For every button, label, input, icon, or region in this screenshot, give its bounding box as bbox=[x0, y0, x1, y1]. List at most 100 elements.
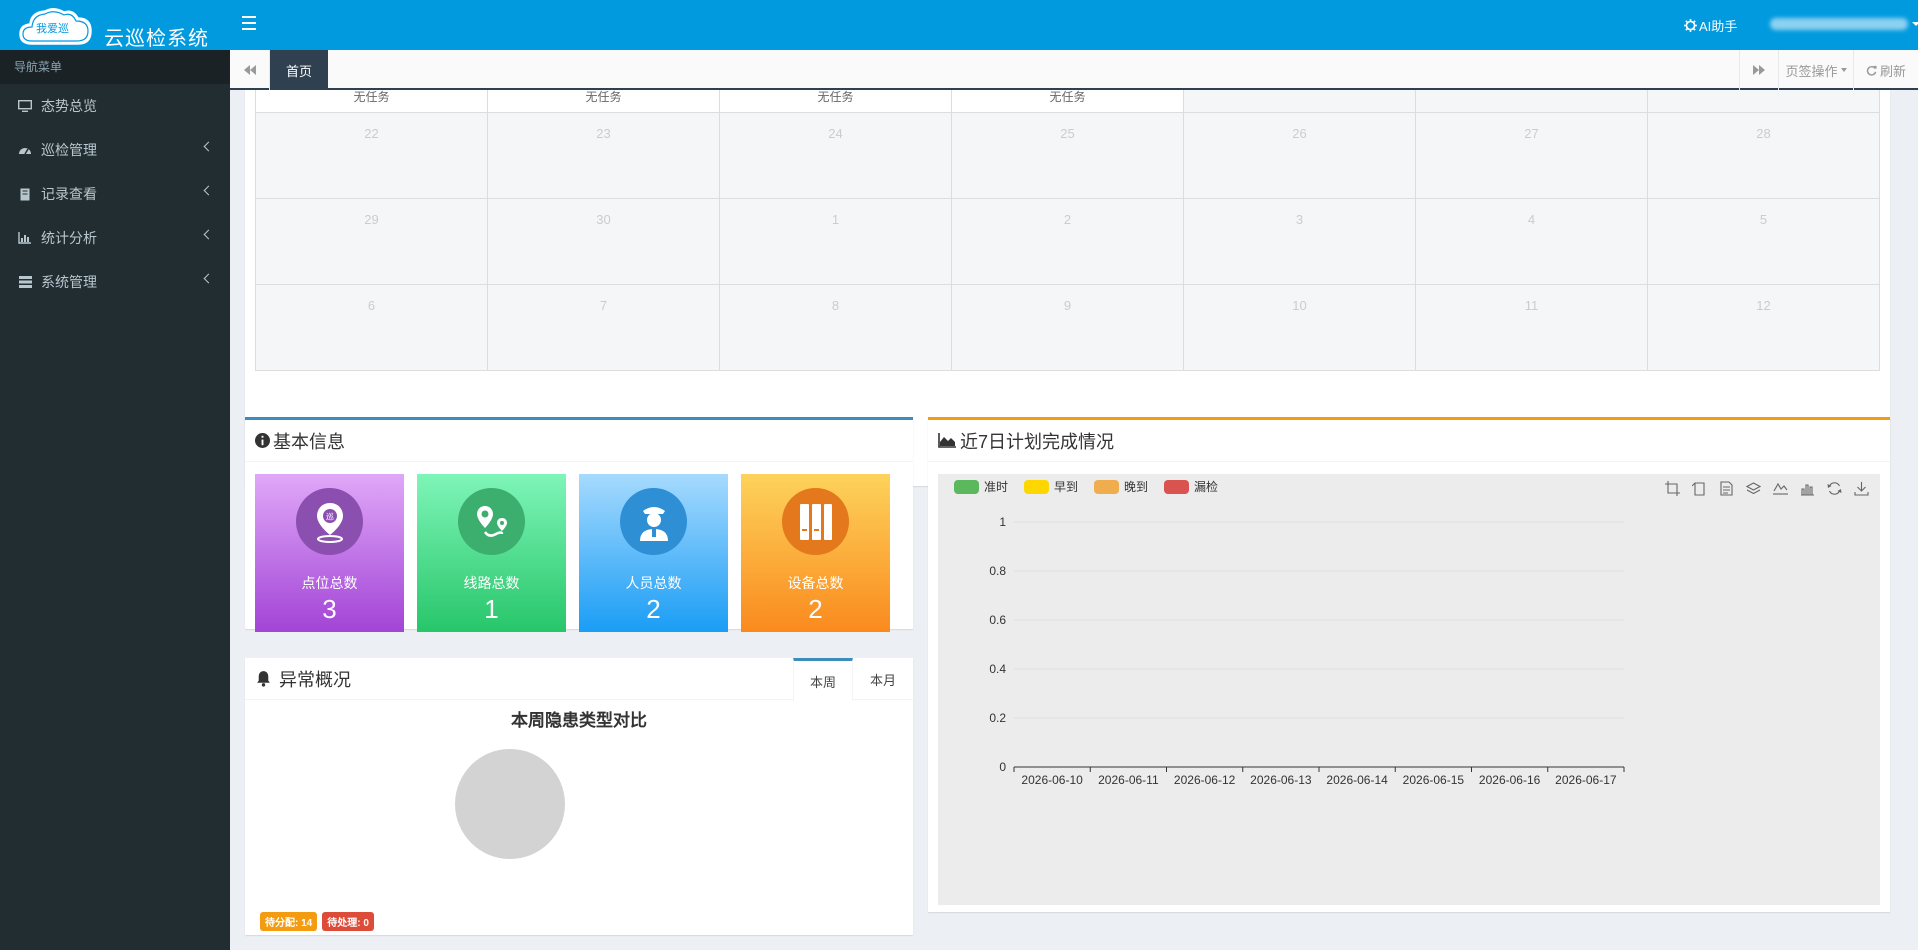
person-icon bbox=[620, 488, 687, 555]
pending-assign-badge[interactable]: 待分配: 14 bbox=[260, 912, 318, 931]
calendar-day-cell[interactable]: 7 bbox=[488, 285, 720, 371]
calendar-day-cell[interactable]: 10 bbox=[1184, 285, 1416, 371]
calendar-day-number: 4 bbox=[1527, 212, 1536, 227]
user-menu[interactable] bbox=[1770, 15, 1918, 33]
calendar-day-cell[interactable]: 24 bbox=[720, 113, 952, 199]
tab-operations-label: 页签操作 bbox=[1785, 63, 1838, 79]
calendar-day-cell[interactable]: 27 bbox=[1416, 113, 1648, 199]
app-title: 云巡检系统 bbox=[104, 28, 209, 50]
tab-home[interactable]: 首页 bbox=[270, 50, 328, 90]
stat-card-people[interactable]: 人员总数 2 bbox=[579, 474, 728, 632]
calendar-day-number: 23 bbox=[596, 126, 611, 141]
device-icon bbox=[782, 488, 849, 555]
calendar-day-number: 25 bbox=[1060, 126, 1075, 141]
calendar-day-cell[interactable]: 8 bbox=[720, 285, 952, 371]
calendar-day-number: 22 bbox=[364, 126, 379, 141]
calendar-day-cell[interactable]: 25 bbox=[952, 113, 1184, 199]
stat-card-routes[interactable]: 线路总数 1 bbox=[417, 474, 566, 632]
ai-assistant-label: AI助手 bbox=[1699, 19, 1738, 34]
calendar-day-cell[interactable]: 6 bbox=[256, 285, 488, 371]
chevron-left-icon bbox=[203, 273, 214, 284]
calendar-day-number: 11 bbox=[1524, 298, 1539, 313]
sidebar-item-statistics[interactable]: 统计分析 bbox=[0, 216, 230, 260]
plan-title: 近7日计划完成情况 bbox=[960, 431, 1115, 452]
calendar-day-number: 27 bbox=[1524, 126, 1539, 141]
calendar-week-row: 无任务 无任务 无任务 无任务 bbox=[256, 90, 1880, 113]
calendar-day-cell[interactable]: 3 bbox=[1184, 199, 1416, 285]
calendar-week-row: 6 7 8 9 10 11 12 bbox=[256, 285, 1880, 371]
calendar-day-number: 8 bbox=[831, 298, 840, 313]
caret-down-icon bbox=[1912, 22, 1918, 26]
calendar-day-cell[interactable]: 5 bbox=[1648, 199, 1880, 285]
basic-info-header: 基本信息 bbox=[245, 420, 913, 462]
calendar-task-text: 无任务 bbox=[817, 90, 854, 104]
sidebar-toggle-button[interactable] bbox=[242, 16, 260, 32]
monitor-icon bbox=[17, 99, 33, 113]
abnormal-overview-panel: 异常概况 本周 本月 本周隐患类型对比 待分配: 14 待处理: 0 bbox=[245, 658, 913, 935]
tab-this-month[interactable]: 本月 bbox=[853, 658, 913, 701]
calendar-day-cell[interactable]: 29 bbox=[256, 199, 488, 285]
sidebar-item-overview[interactable]: 态势总览 bbox=[0, 84, 230, 128]
tab-operations-dropdown[interactable]: 页签操作 bbox=[1779, 50, 1854, 90]
plan-completion-panel: 近7日计划完成情况 准时 早到 晚到 漏检 0 0.2 0.4 0.6 0.8 1 2026… bbox=[928, 417, 1890, 912]
basic-info-title: 基本信息 bbox=[273, 431, 345, 452]
gear-icon bbox=[1684, 19, 1697, 32]
calendar-day-cell[interactable]: 9 bbox=[952, 285, 1184, 371]
calendar-day-number: 9 bbox=[1063, 298, 1072, 313]
sidebar-item-records[interactable]: 记录查看 bbox=[0, 172, 230, 216]
refresh-button[interactable]: 刷新 bbox=[1854, 50, 1918, 90]
sidebar-item-system[interactable]: 系统管理 bbox=[0, 260, 230, 304]
calendar-day-cell[interactable]: 2 bbox=[952, 199, 1184, 285]
calendar-day-cell[interactable]: 1 bbox=[720, 199, 952, 285]
calendar-day-cell[interactable]: 无任务 bbox=[256, 90, 488, 113]
user-name-blurred bbox=[1770, 18, 1908, 30]
ai-assistant-button[interactable]: AI助手 bbox=[1684, 16, 1737, 35]
calendar-day-number: 24 bbox=[828, 126, 843, 141]
sidebar: 导航菜单 态势总览 巡检管理 记录查看 统计分析 系统管理 bbox=[0, 50, 230, 950]
tab-scroll-left-button[interactable] bbox=[230, 50, 270, 90]
calendar-day-cell[interactable]: 无任务 bbox=[720, 90, 952, 113]
area-chart-icon bbox=[938, 433, 956, 448]
calendar-week-row: 29 30 1 2 3 4 5 bbox=[256, 199, 1880, 285]
x-tick-label: 2026-06-11 bbox=[1098, 773, 1159, 787]
calendar-day-cell[interactable]: 无任务 bbox=[488, 90, 720, 113]
double-chevron-right-icon bbox=[1753, 65, 1765, 75]
sidebar-item-inspection[interactable]: 巡检管理 bbox=[0, 128, 230, 172]
logo-text: 我爱巡 bbox=[36, 22, 69, 35]
calendar-grid: 无任务 无任务 无任务 无任务 22 23 24 25 26 27 28 29 … bbox=[255, 90, 1880, 371]
calendar-day-cell[interactable]: 28 bbox=[1648, 113, 1880, 199]
tab-this-week[interactable]: 本周 bbox=[793, 658, 853, 701]
calendar-day-cell[interactable]: 30 bbox=[488, 199, 720, 285]
calendar-day-number: 10 bbox=[1292, 298, 1307, 313]
stat-card-devices[interactable]: 设备总数 2 bbox=[741, 474, 890, 632]
calendar-day-cell[interactable]: 12 bbox=[1648, 285, 1880, 371]
double-chevron-left-icon bbox=[243, 65, 256, 75]
chevron-left-icon bbox=[203, 229, 214, 240]
chevron-left-icon bbox=[203, 185, 214, 196]
calendar-day-cell[interactable] bbox=[1416, 90, 1648, 113]
calendar-day-cell[interactable] bbox=[1184, 90, 1416, 113]
calendar-day-cell[interactable]: 无任务 bbox=[952, 90, 1184, 113]
calendar-day-cell[interactable]: 23 bbox=[488, 113, 720, 199]
calendar-day-cell[interactable] bbox=[1648, 90, 1880, 113]
y-tick-label: 0 bbox=[999, 760, 1006, 774]
pending-handle-badge[interactable]: 待处理: 0 bbox=[322, 912, 374, 931]
abnormal-period-tabs: 本周 本月 bbox=[793, 658, 913, 701]
calendar-day-cell[interactable]: 11 bbox=[1416, 285, 1648, 371]
tab-scroll-right-button[interactable] bbox=[1739, 50, 1779, 90]
sidebar-item-label: 系统管理 bbox=[41, 274, 97, 290]
calendar-day-cell[interactable]: 22 bbox=[256, 113, 488, 199]
dashboard-icon bbox=[17, 143, 33, 157]
plan-chart-area: 准时 早到 晚到 漏检 0 0.2 0.4 0.6 0.8 1 2026-06-10 2026… bbox=[938, 474, 1880, 905]
x-tick-label: 2026-06-15 bbox=[1403, 773, 1465, 787]
calendar-task-text: 无任务 bbox=[585, 90, 622, 104]
stat-card-label: 人员总数 bbox=[625, 575, 682, 591]
calendar-day-cell[interactable]: 26 bbox=[1184, 113, 1416, 199]
calendar-day-cell[interactable]: 4 bbox=[1416, 199, 1648, 285]
app-logo[interactable]: 我爱巡 云巡检系统 bbox=[18, 6, 218, 50]
stat-card-points[interactable]: 巡 点位总数 3 bbox=[255, 474, 404, 632]
content-bottom-spacer bbox=[230, 940, 1918, 950]
stat-card-label: 设备总数 bbox=[787, 575, 844, 591]
stat-card-value: 3 bbox=[322, 594, 337, 624]
calendar-day-number: 1 bbox=[831, 212, 840, 227]
